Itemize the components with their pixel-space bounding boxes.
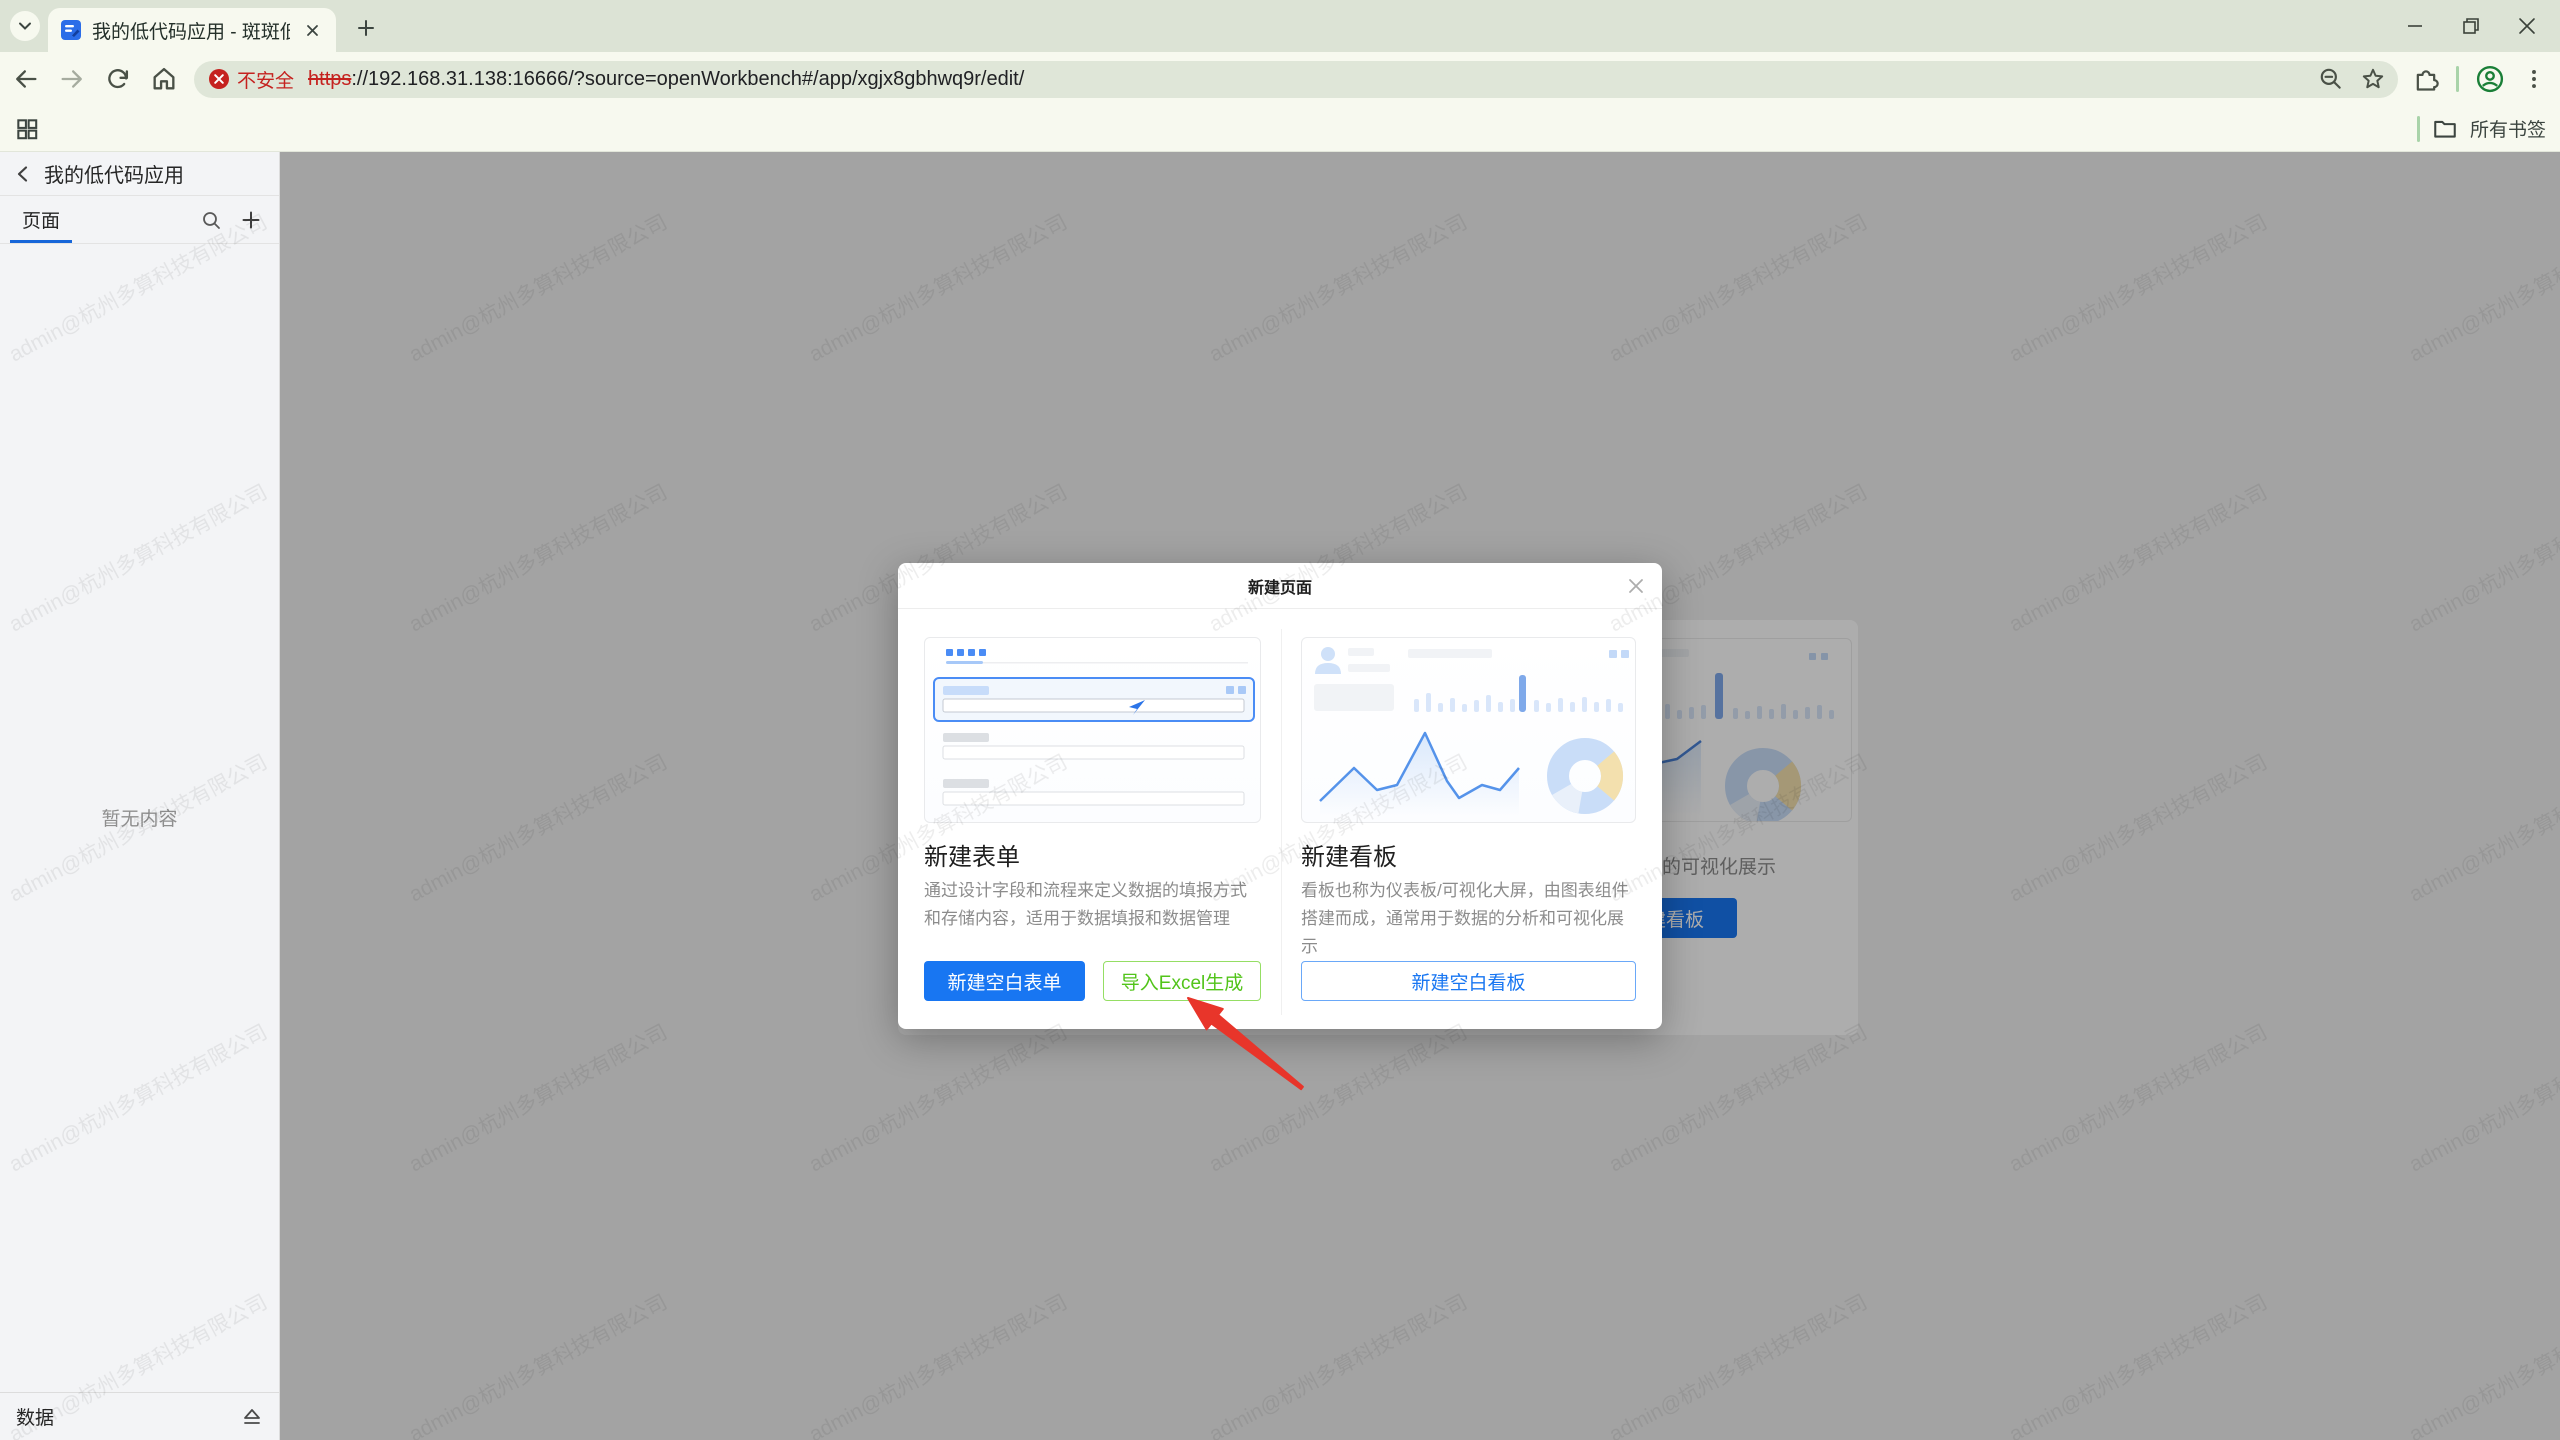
plus-icon [358, 20, 374, 36]
form-preview-illustration [924, 637, 1261, 823]
url-text: https://192.168.31.138:16666/?source=ope… [308, 68, 2318, 91]
all-bookmarks-button[interactable]: 所有书签 [2470, 115, 2546, 142]
browser-window: 我的低代码应用 - 斑斑低代码 不安全 https://192.168.31.1… [0, 0, 2560, 1440]
tab-strip: 我的低代码应用 - 斑斑低代码 [0, 0, 2560, 52]
app-title: 我的低代码应用 [44, 165, 184, 187]
plus-icon [242, 211, 260, 228]
reload-button[interactable] [98, 59, 138, 99]
back-button[interactable] [6, 59, 46, 99]
dialog-body: 新建表单 通过设计字段和流程来定义数据的填报方式和存储内容，适用于数据填报和数据… [898, 609, 1662, 1035]
tab-search-button[interactable] [10, 11, 40, 41]
extensions-icon[interactable] [2412, 65, 2440, 93]
apps-grid-icon[interactable] [14, 116, 40, 142]
restore-icon [2463, 18, 2479, 34]
url-scheme: https [308, 67, 352, 90]
home-button[interactable] [144, 59, 184, 99]
security-badge[interactable]: 不安全 [208, 66, 294, 93]
create-blank-board-button[interactable]: 新建空白看板 [1301, 961, 1636, 1001]
app-viewport: 我的低代码应用 页面 暂无内容 数据 的可视化展示 建看板 新建页面 新建表单 … [0, 152, 2560, 1440]
pages-sidebar: 我的低代码应用 页面 暂无内容 数据 [0, 152, 280, 1440]
bookmarks-bar: 所有书签 [0, 106, 2560, 152]
close-icon [1629, 579, 1643, 593]
dialog-close-button[interactable] [1624, 574, 1648, 598]
minimize-icon [2408, 25, 2422, 27]
chevron-down-icon [19, 22, 31, 30]
favicon [61, 20, 81, 40]
new-page-dialog: 新建页面 新建表单 通过设计字段和流程来定义数据的填报方式和存储内容，适用于数据… [898, 563, 1662, 1029]
tab-pages[interactable]: 页面 [10, 196, 73, 243]
board-preview-illustration [1301, 637, 1636, 823]
back-chevron-icon[interactable] [14, 165, 32, 183]
not-secure-icon [209, 69, 229, 89]
security-label: 不安全 [237, 70, 295, 92]
empty-state-text: 暂无内容 [101, 809, 178, 830]
back-arrow-icon [16, 70, 37, 88]
bookmark-star-icon[interactable] [2360, 66, 2386, 92]
window-controls [2402, 0, 2552, 52]
zoom-out-icon[interactable] [2318, 66, 2344, 92]
folder-icon [2434, 120, 2456, 138]
url-rest: ://192.168.31.138:16666/?source=openWork… [351, 67, 1025, 90]
browser-toolbar: 不安全 https://192.168.31.138:16666/?source… [0, 52, 2560, 106]
tab-close-button[interactable] [300, 18, 324, 42]
toolbar-separator [2456, 66, 2459, 92]
forward-button[interactable] [52, 59, 92, 99]
form-card-title: 新建表单 [924, 844, 1020, 871]
address-bar[interactable]: 不安全 https://192.168.31.138:16666/?source… [194, 60, 2398, 98]
minimize-button[interactable] [2402, 13, 2428, 39]
import-excel-button[interactable]: 导入Excel生成 [1103, 961, 1261, 1001]
board-card: 新建看板 看板也称为仪表板/可视化大屏，由图表组件搭建而成，通常用于数据的分析和… [1301, 637, 1636, 1001]
toolbar-right [2412, 64, 2547, 94]
restore-button[interactable] [2458, 13, 2484, 39]
reload-icon [108, 69, 129, 89]
active-tab-indicator [10, 240, 73, 243]
close-window-button[interactable] [2514, 13, 2540, 39]
eject-icon [244, 1408, 260, 1424]
dialog-title: 新建页面 [1247, 579, 1312, 597]
search-pages-button[interactable] [199, 208, 223, 232]
browser-tab[interactable]: 我的低代码应用 - 斑斑低代码 [48, 8, 336, 52]
add-page-button[interactable] [239, 208, 263, 232]
create-blank-form-button[interactable]: 新建空白表单 [924, 961, 1085, 1001]
board-card-title: 新建看板 [1301, 844, 1397, 871]
data-section-toggle[interactable]: 数据 [0, 1392, 279, 1440]
sidebar-header: 我的低代码应用 [0, 152, 279, 196]
search-icon [203, 211, 220, 229]
form-card: 新建表单 通过设计字段和流程来定义数据的填报方式和存储内容，适用于数据填报和数据… [924, 637, 1261, 1001]
new-tab-button[interactable] [352, 14, 380, 42]
close-icon [2519, 18, 2535, 34]
board-card-description: 看板也称为仪表板/可视化大屏，由图表组件搭建而成，通常用于数据的分析和可视化展示 [1301, 881, 1629, 956]
forward-arrow-icon [61, 70, 82, 88]
column-divider [1281, 629, 1282, 1015]
sidebar-tabs: 页面 [0, 196, 279, 244]
form-card-description: 通过设计字段和流程来定义数据的填报方式和存储内容，适用于数据填报和数据管理 [924, 881, 1247, 928]
profile-avatar-icon[interactable] [2475, 64, 2505, 94]
bookmarks-separator [2416, 115, 2420, 142]
close-icon [306, 24, 318, 36]
menu-kebab-icon[interactable] [2521, 66, 2547, 92]
tab-title: 我的低代码应用 - 斑斑低代码 [92, 21, 290, 43]
dialog-header: 新建页面 [898, 563, 1662, 609]
home-icon [153, 67, 175, 90]
